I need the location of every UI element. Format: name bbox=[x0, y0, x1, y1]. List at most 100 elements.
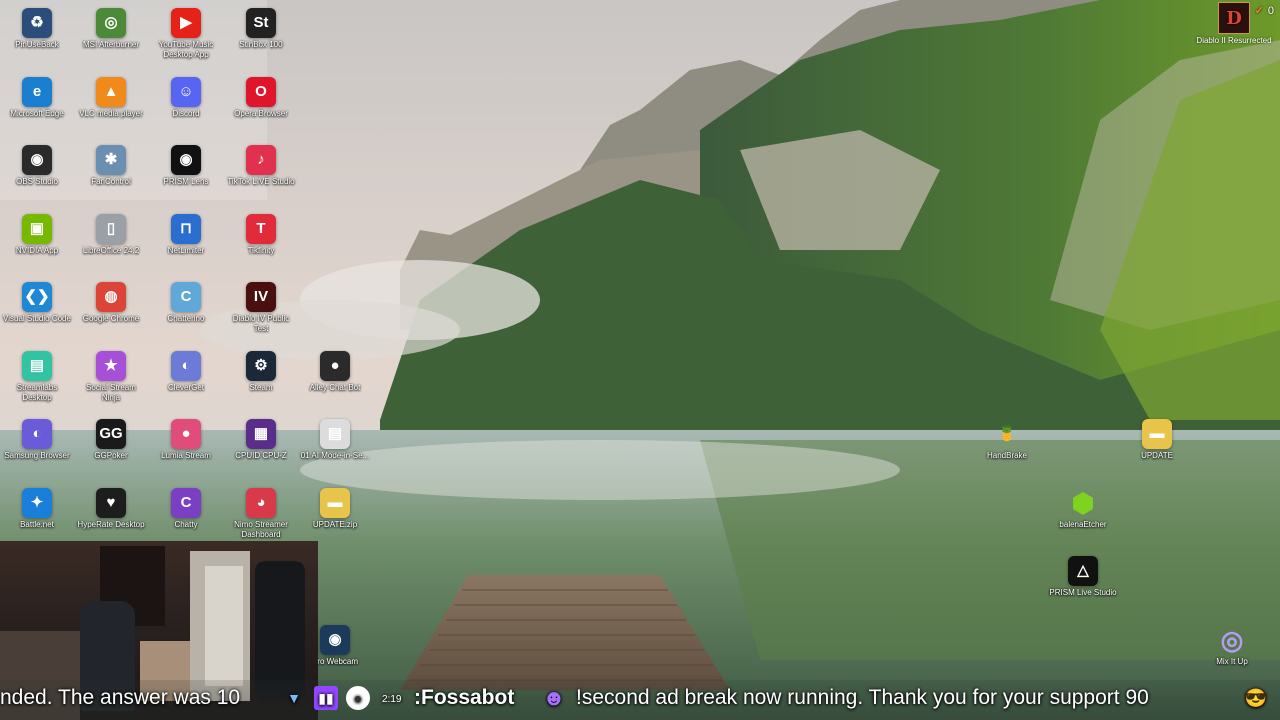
twitch-icon: ▮▮ bbox=[314, 686, 338, 710]
libreoffice-icon: ▯ bbox=[96, 214, 126, 244]
desktop-icon-stinbox[interactable]: St StinBox 100 bbox=[224, 3, 298, 50]
folder-icon: ▬ bbox=[1142, 419, 1172, 449]
notification-count: 0 bbox=[1267, 4, 1274, 17]
desktop-icon-tiktok-live[interactable]: ♪ TikTok LIVE Studio bbox=[224, 140, 298, 187]
afterburner-icon: ◎ bbox=[96, 8, 126, 38]
desktop-icon-chrome[interactable]: ◍ Google Chrome bbox=[74, 277, 148, 324]
tiktok-live-icon: ♪ bbox=[246, 145, 276, 175]
desktop-icon-ggpoker[interactable]: GG GGPoker bbox=[74, 414, 148, 461]
desktop-icon-handbrake[interactable]: 🍍 HandBrake bbox=[970, 414, 1044, 461]
desktop-icon-label: balenaEtcher bbox=[1059, 520, 1107, 529]
diablo4-icon: IV bbox=[246, 282, 276, 312]
desktop-icon-samsung-browser[interactable]: ◐ Samsung Browser bbox=[0, 414, 74, 461]
battlenet-icon: ✦ bbox=[22, 488, 52, 518]
desktop-icon-label: Microsoft Edge bbox=[10, 109, 64, 118]
desktop-icon-label: Tikfinity bbox=[247, 246, 275, 255]
desktop-icon-label: Battle.net bbox=[20, 520, 54, 529]
desktop-icon-social-stream[interactable]: ★ Social Stream Ninja bbox=[74, 346, 148, 403]
desktop-icon-zip-folder[interactable]: ▬ UPDATE.zip bbox=[298, 483, 372, 530]
desktop-icon-label: YouTube Music Desktop App bbox=[158, 40, 214, 59]
desktop-icon-label: Nimo Streamer Dashboard bbox=[234, 520, 288, 539]
desktop-icon-diablo4[interactable]: IV Diablo IV Public Test bbox=[224, 277, 298, 334]
edge-icon: e bbox=[22, 77, 52, 107]
desktop-icon-afterburner[interactable]: ◎ MSI Afterburner bbox=[74, 3, 148, 50]
fancontrol-icon: ✱ bbox=[96, 145, 126, 175]
desktop-icon-edge[interactable]: e Microsoft Edge bbox=[0, 72, 74, 119]
desktop-icon-label: TikTok LIVE Studio bbox=[227, 177, 295, 186]
desktop-icon-prism-lens[interactable]: ◉ PRISM Lens bbox=[149, 140, 223, 187]
desktop-icon-label: UPDATE.zip bbox=[312, 520, 358, 529]
chatty-icon: C bbox=[171, 488, 201, 518]
desktop-icon-label: Steam bbox=[249, 383, 273, 392]
desktop-icon-streamlabs[interactable]: ▤ Streamlabs Desktop bbox=[0, 346, 74, 403]
desktop-icon-cpuz[interactable]: ▦ CPUID CPU-Z bbox=[224, 414, 298, 461]
desktop-icon-hyperate[interactable]: ♥ HypeRate Desktop bbox=[74, 483, 148, 530]
vscode-icon: ❮❯ bbox=[22, 282, 52, 312]
desktop-icon-cleverget[interactable]: ◐ CleverGet bbox=[149, 346, 223, 393]
desktop-icon-label: LibreOffice 24.2 bbox=[82, 246, 140, 255]
desktop-icon-chatty[interactable]: C Chatty bbox=[149, 483, 223, 530]
desktop-icon-label: Mix It Up bbox=[1216, 657, 1248, 666]
notification-counter: ✓ 0 bbox=[1254, 4, 1274, 18]
desktop-icon-label: Alley Chat Bot bbox=[309, 383, 361, 392]
chrome-icon: ◍ bbox=[96, 282, 126, 312]
desktop-icon-discord[interactable]: ☺ Discord bbox=[149, 72, 223, 119]
desktop-icon-tikfinity[interactable]: T Tikfinity bbox=[224, 209, 298, 256]
desktop-icon-label: PRISM Lens bbox=[163, 177, 209, 186]
webcam-icon: ◉ bbox=[320, 625, 350, 655]
desktop-icon-battlenet[interactable]: ✦ Battle.net bbox=[0, 483, 74, 530]
desktop-icon-alley-chat[interactable]: ● Alley Chat Bot bbox=[298, 346, 372, 393]
desktop-icon-fancontrol[interactable]: ✱ FanControl bbox=[74, 140, 148, 187]
emote-icon: 😎 bbox=[1244, 687, 1268, 708]
desktop-icon-folder[interactable]: ▬ UPDATE bbox=[1120, 414, 1194, 461]
ggpoker-icon: GG bbox=[96, 419, 126, 449]
vlc-icon: ▲ bbox=[96, 77, 126, 107]
ticker-clock: 2:19 bbox=[382, 694, 402, 705]
vip-icon: ▼ bbox=[287, 690, 301, 706]
nimo-icon: ◕ bbox=[246, 488, 276, 518]
obs-icon: ◉ bbox=[22, 145, 52, 175]
desktop-icon-nimo[interactable]: ◕ Nimo Streamer Dashboard bbox=[224, 483, 298, 540]
social-stream-icon: ★ bbox=[96, 351, 126, 381]
alley-chat-icon: ● bbox=[320, 351, 350, 381]
desktop-icon-recycle[interactable]: ♻ PinUseBack bbox=[0, 3, 74, 50]
desktop-icon-label: Chatterino bbox=[167, 314, 205, 323]
youtube-music-icon: ▶ bbox=[171, 8, 201, 38]
desktop-icon-label: NVIDIA App bbox=[15, 246, 59, 255]
webcam-door bbox=[205, 566, 243, 686]
diablo2-label: Diablo II Resurrected bbox=[1196, 36, 1272, 45]
desktop-icon-label: Discord bbox=[172, 109, 200, 118]
desktop-icon-balenaetcher[interactable]: ⬢ balenaEtcher bbox=[1046, 483, 1120, 530]
desktop-icon-steam[interactable]: ⚙ Steam bbox=[224, 346, 298, 393]
desktop-icon-mixitup[interactable]: ◎ Mix It Up bbox=[1195, 620, 1269, 667]
user-icon: ● bbox=[346, 686, 370, 710]
samsung-browser-icon: ◐ bbox=[22, 419, 52, 449]
tikfinity-icon: T bbox=[246, 214, 276, 244]
desktop-icon-label: PRISM Live Studio bbox=[1049, 588, 1117, 597]
desktop-icon-label: MSI Afterburner bbox=[82, 40, 140, 49]
desktop-icon-netlimiter[interactable]: ⊓ NetLimiter bbox=[149, 209, 223, 256]
desktop-icon-obs[interactable]: ◉ OBS Studio bbox=[0, 140, 74, 187]
desktop-icon-lumia[interactable]: ● Lumia Stream bbox=[149, 414, 223, 461]
desktop-icon-file[interactable]: ▤ 01 AI Mode-in-Se... bbox=[298, 414, 372, 461]
desktop-icon-libreoffice[interactable]: ▯ LibreOffice 24.2 bbox=[74, 209, 148, 256]
desktop-icon-opera[interactable]: O Opera Browser bbox=[224, 72, 298, 119]
file-icon: ▤ bbox=[320, 419, 350, 449]
zip-folder-icon: ▬ bbox=[320, 488, 350, 518]
desktop-icon-label: Social Stream Ninja bbox=[86, 383, 136, 402]
ticker-message: !second ad break now running. Thank you … bbox=[576, 686, 1149, 709]
steam-icon: ⚙ bbox=[246, 351, 276, 381]
desktop-icon-prism-live[interactable]: △ PRISM Live Studio bbox=[1046, 551, 1120, 598]
check-icon: ✓ bbox=[1254, 5, 1264, 17]
desktop-icon-label: VLC media player bbox=[79, 109, 143, 118]
handbrake-icon: 🍍 bbox=[997, 425, 1017, 442]
desktop-icon-vlc[interactable]: ▲ VLC media player bbox=[74, 72, 148, 119]
desktop-icon-youtube-music[interactable]: ▶ YouTube Music Desktop App bbox=[149, 3, 223, 60]
discord-icon: ☺ bbox=[171, 77, 201, 107]
desktop-icon-chatterino[interactable]: C Chatterino bbox=[149, 277, 223, 324]
chatterino-icon: C bbox=[171, 282, 201, 312]
desktop-icon-nvidia[interactable]: ▣ NVIDIA App bbox=[0, 209, 74, 256]
desktop-icon-vscode[interactable]: ❮❯ Visual Studio Code bbox=[0, 277, 74, 324]
prism-live-icon: △ bbox=[1068, 556, 1098, 586]
streamlabs-icon: ▤ bbox=[22, 351, 52, 381]
